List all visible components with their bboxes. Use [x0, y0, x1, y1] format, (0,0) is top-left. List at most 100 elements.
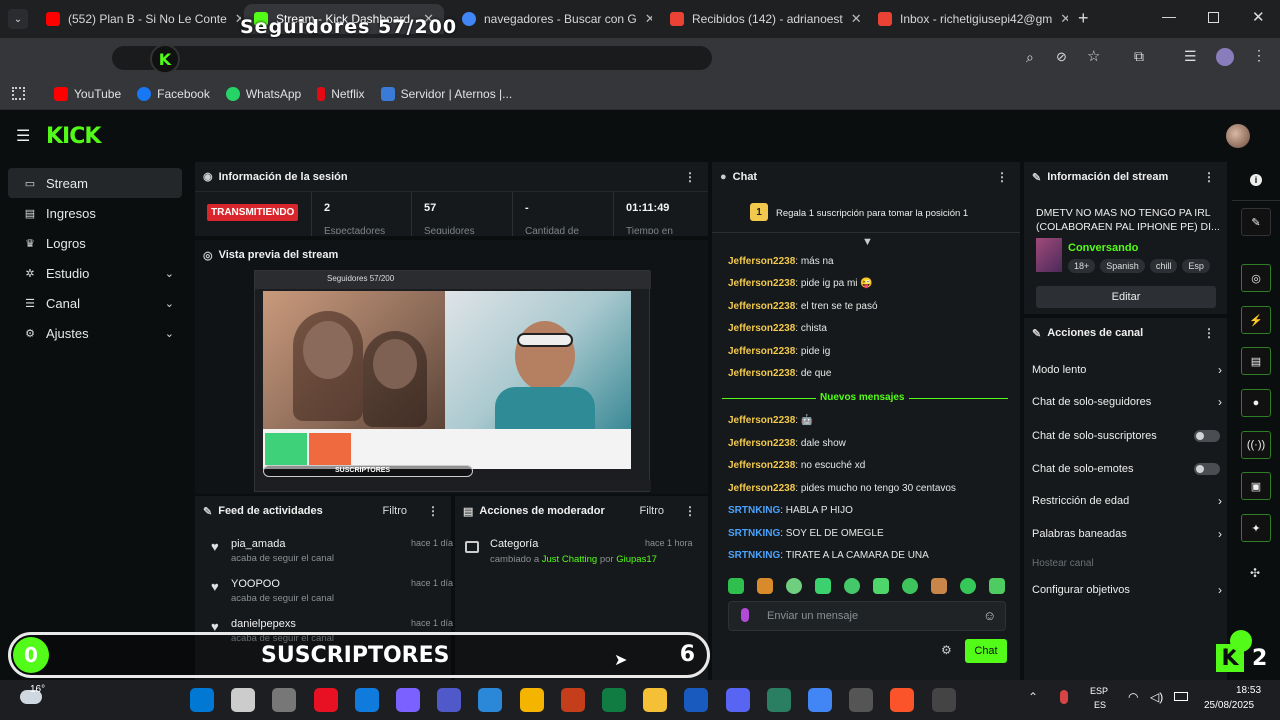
- taskbar-app-icon[interactable]: [766, 688, 791, 712]
- more-options-icon[interactable]: ⋮: [1203, 170, 1215, 184]
- mod-filter-button[interactable]: Filtro: [640, 505, 664, 517]
- toggle-switch[interactable]: [1194, 430, 1220, 442]
- sidebar-item-stream[interactable]: ▭ Stream: [8, 168, 182, 198]
- gift-promo-text[interactable]: Regala 1 suscripción para tomar la posic…: [776, 208, 968, 219]
- chat-username[interactable]: Jefferson2238: [728, 301, 795, 312]
- sidebar-item-canal[interactable]: ☰ Canal ⌄: [8, 288, 182, 318]
- wifi-icon[interactable]: ◠: [1128, 690, 1138, 704]
- stream-preview-video[interactable]: Seguidores 57/200 SUSCRIPTORES: [254, 270, 651, 492]
- battery-icon[interactable]: [1174, 692, 1188, 701]
- taskbar-app-icon[interactable]: [519, 688, 544, 712]
- emote-icon[interactable]: [931, 578, 947, 594]
- chat-settings-icon[interactable]: ⚙: [941, 643, 952, 657]
- close-tab-icon[interactable]: ✕: [1060, 11, 1068, 27]
- chat-username[interactable]: SRTNKING: [728, 550, 780, 561]
- layout-icon[interactable]: ▣: [1241, 472, 1271, 500]
- action-age-restriction[interactable]: Restricción de edad ›: [1032, 491, 1222, 511]
- minimize-button[interactable]: —: [1162, 8, 1176, 24]
- close-window-button[interactable]: ✕: [1252, 8, 1265, 26]
- zoom-icon[interactable]: ⌕: [1026, 49, 1034, 66]
- tag-chip[interactable]: 18+: [1068, 259, 1096, 273]
- browser-tab-gmail-2[interactable]: Inbox - richetigiusepi42@gm ✕: [868, 4, 1068, 34]
- broadcast-icon[interactable]: ((·)): [1241, 431, 1271, 459]
- extensions-icon[interactable]: ⧉: [1134, 48, 1144, 65]
- bookmark-facebook[interactable]: Facebook: [137, 86, 210, 101]
- taskbar-app-icon[interactable]: [849, 688, 874, 712]
- sidebar-item-ingresos[interactable]: ▤ Ingresos: [8, 198, 182, 228]
- mic-icon[interactable]: [741, 608, 749, 622]
- mod-user-link[interactable]: Giupas17: [616, 554, 657, 565]
- chat-username[interactable]: Jefferson2238: [728, 460, 795, 471]
- emote-icon[interactable]: [815, 578, 831, 594]
- sidebar-item-ajustes[interactable]: ⚙ Ajustes ⌄: [8, 318, 182, 348]
- taskbar-app-icon[interactable]: [931, 688, 956, 712]
- sidebar-item-estudio[interactable]: ✲ Estudio ⌄: [8, 258, 182, 288]
- taskbar-app-icon[interactable]: [808, 688, 832, 712]
- edit-stream-button[interactable]: Editar: [1036, 286, 1216, 308]
- media-icon[interactable]: ☰: [1184, 48, 1197, 65]
- bookmark-aternos[interactable]: Servidor | Aternos |...: [380, 86, 512, 101]
- volume-icon[interactable]: ◁): [1150, 690, 1163, 704]
- taskbar-app-icon[interactable]: [560, 688, 585, 712]
- new-tab-button[interactable]: +: [1078, 8, 1089, 29]
- action-emotes-only[interactable]: Chat de solo-emotes: [1032, 459, 1222, 479]
- chat-username[interactable]: Jefferson2238: [728, 256, 795, 267]
- chat-username[interactable]: Jefferson2238: [728, 278, 795, 289]
- pencil-icon[interactable]: ✎: [1241, 208, 1271, 236]
- sidebar-item-logros[interactable]: ♛ Logros: [8, 228, 182, 258]
- toggle-switch[interactable]: [1194, 463, 1220, 475]
- microphone-icon[interactable]: [1060, 690, 1068, 704]
- chat-username[interactable]: Jefferson2238: [728, 323, 795, 334]
- wrench-icon[interactable]: ✦: [1241, 514, 1271, 542]
- apps-icon[interactable]: ✣: [1250, 566, 1260, 580]
- pin-icon[interactable]: ▼: [862, 236, 873, 248]
- bookmark-star-icon[interactable]: ☆: [1087, 47, 1100, 65]
- taskbar-app-icon[interactable]: [396, 688, 420, 712]
- taskbar-app-icon[interactable]: [354, 688, 379, 712]
- more-options-icon[interactable]: ⋮: [684, 170, 696, 184]
- chat-username[interactable]: Jefferson2238: [728, 483, 795, 494]
- chat-input-box[interactable]: Enviar un mensaje ☺: [728, 601, 1006, 631]
- close-tab-icon[interactable]: ✕: [851, 11, 860, 27]
- chat-username[interactable]: Jefferson2238: [728, 346, 795, 357]
- action-followers-only[interactable]: Chat de solo-seguidores ›: [1032, 392, 1222, 412]
- taskbar-app-icon[interactable]: [231, 688, 256, 712]
- taskbar-app-icon[interactable]: [313, 688, 338, 712]
- browser-tab-youtube[interactable]: (552) Plan B - Si No Le Conte ✕: [36, 4, 241, 34]
- chat-username[interactable]: Jefferson2238: [728, 438, 795, 449]
- tag-chip[interactable]: Spanish: [1100, 259, 1145, 273]
- browser-tab-gmail-1[interactable]: Recibidos (142) - adrianoest ✕: [660, 4, 860, 34]
- user-avatar[interactable]: [1226, 124, 1250, 148]
- tray-chevron-icon[interactable]: ⌃: [1028, 690, 1038, 704]
- taskbar-app-icon[interactable]: [725, 688, 750, 712]
- more-options-icon[interactable]: ⋮: [1203, 326, 1215, 340]
- mod-category-link[interactable]: Just Chatting: [542, 554, 597, 565]
- document-icon[interactable]: ▤: [1241, 347, 1271, 375]
- emote-icon[interactable]: [786, 578, 802, 594]
- action-subscribers-only[interactable]: Chat de solo-suscriptores: [1032, 426, 1222, 446]
- taskbar-app-icon[interactable]: [684, 688, 709, 712]
- maximize-button[interactable]: [1208, 12, 1219, 23]
- more-options-icon[interactable]: ⋮: [427, 504, 439, 518]
- close-tab-icon[interactable]: ✕: [645, 11, 652, 27]
- more-options-icon[interactable]: ⋮: [996, 170, 1008, 184]
- profile-avatar-icon[interactable]: [1216, 48, 1234, 66]
- taskbar-app-icon[interactable]: [272, 688, 297, 712]
- bookmark-netflix[interactable]: Netflix: [317, 86, 365, 101]
- menu-kebab-icon[interactable]: ⋮: [1252, 47, 1266, 64]
- camera-icon[interactable]: ◎: [1241, 264, 1271, 292]
- apps-grid-icon[interactable]: [12, 87, 25, 100]
- hamburger-menu-icon[interactable]: ☰: [16, 126, 30, 146]
- taskbar-app-icon[interactable]: [890, 688, 915, 712]
- chat-username[interactable]: Jefferson2238: [728, 415, 795, 426]
- send-chat-button[interactable]: Chat: [965, 639, 1007, 663]
- emoji-icon[interactable]: ☺: [983, 608, 996, 623]
- emote-icon[interactable]: [873, 578, 889, 594]
- bookmark-whatsapp[interactable]: WhatsApp: [225, 86, 301, 101]
- emote-icon[interactable]: [757, 578, 773, 594]
- taskbar-app-icon[interactable]: [437, 688, 462, 712]
- taskbar-app-icon[interactable]: [643, 688, 668, 712]
- tag-chip[interactable]: Esp: [1182, 259, 1210, 273]
- kick-logo[interactable]: KICK: [46, 124, 101, 149]
- emote-icon[interactable]: [844, 578, 860, 594]
